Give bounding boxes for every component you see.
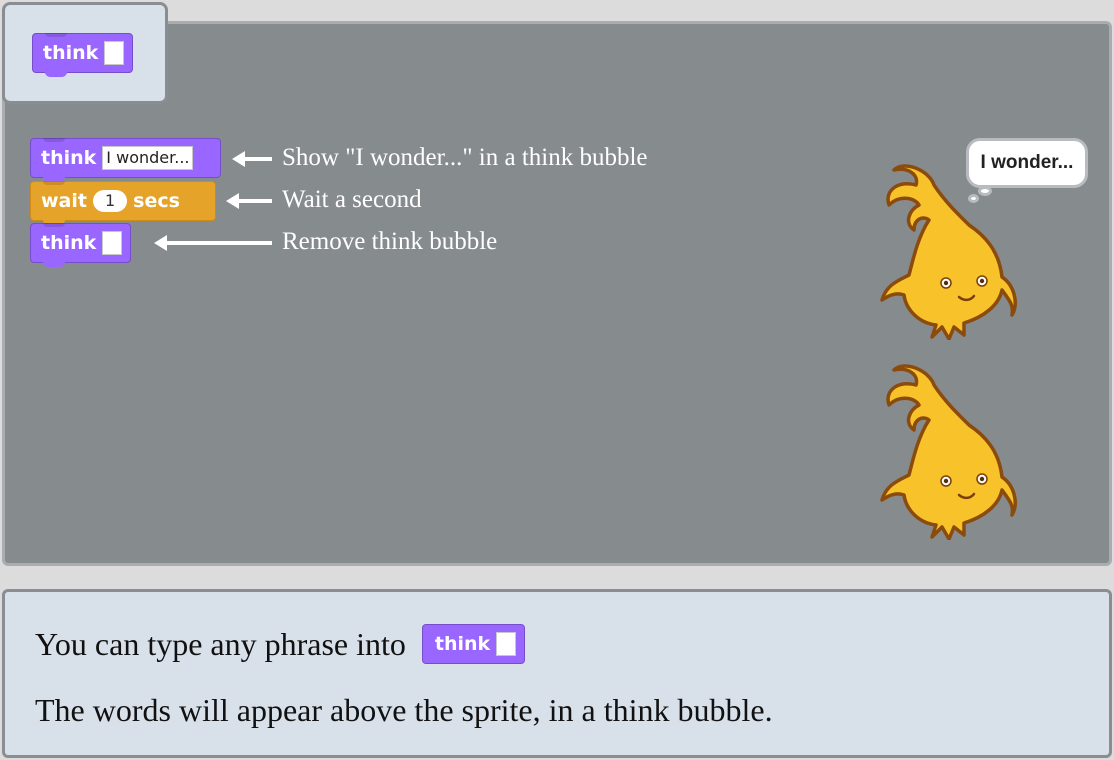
think-text-input[interactable] xyxy=(102,231,123,255)
caption-panel: You can type any phrase into think The w… xyxy=(2,589,1112,758)
note-wait: Wait a second xyxy=(282,186,422,213)
think-text-input[interactable] xyxy=(104,41,125,65)
think-block-i-wonder[interactable]: think I wonder... xyxy=(30,138,221,182)
block-label: think xyxy=(41,232,97,254)
think-text-input xyxy=(496,631,517,656)
block-unit-label: secs xyxy=(133,190,180,212)
block-label: wait xyxy=(41,190,87,212)
block-palette: think xyxy=(2,2,168,104)
note-show: Show "I wonder..." in a think bubble xyxy=(282,144,648,171)
caption-line-2: The words will appear above the sprite, … xyxy=(35,692,773,728)
think-block-empty[interactable]: think xyxy=(30,223,132,267)
arrow-left-icon xyxy=(226,193,272,209)
block-label: think xyxy=(43,42,99,64)
block-label: think xyxy=(41,147,97,169)
palette-think-block[interactable]: think xyxy=(32,33,134,77)
caption-line-1: You can type any phrase into think xyxy=(35,623,526,668)
sprite-flame-icon[interactable] xyxy=(874,155,1019,340)
arrow-left-icon xyxy=(154,235,272,251)
block-label: think xyxy=(434,632,491,655)
think-text-input[interactable]: I wonder... xyxy=(102,146,194,170)
caption-text: You can type any phrase into xyxy=(35,626,406,662)
wait-block[interactable]: wait 1 secs xyxy=(30,181,216,225)
arrow-left-icon xyxy=(232,151,272,167)
sprite-flame-icon[interactable] xyxy=(874,355,1019,540)
note-remove: Remove think bubble xyxy=(282,228,498,255)
caption-think-block: think xyxy=(421,623,526,664)
wait-seconds-input[interactable]: 1 xyxy=(92,190,128,212)
